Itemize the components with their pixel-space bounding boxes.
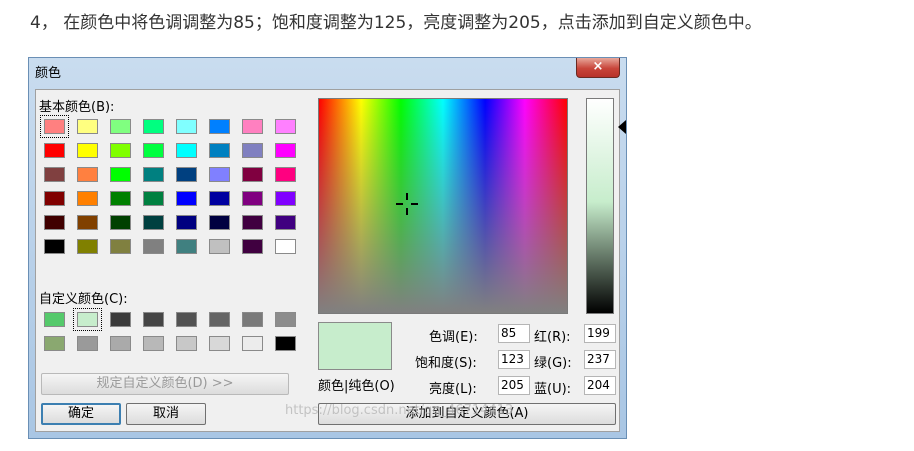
basic-color-swatch[interactable] bbox=[242, 239, 263, 254]
custom-color-swatch[interactable] bbox=[110, 336, 131, 351]
cancel-button[interactable]: 取消 bbox=[126, 403, 206, 425]
basic-color-swatch[interactable] bbox=[209, 239, 230, 254]
basic-color-swatch[interactable] bbox=[209, 143, 230, 158]
basic-color-swatch[interactable] bbox=[143, 239, 164, 254]
basic-color-swatch[interactable] bbox=[275, 143, 296, 158]
custom-color-swatch[interactable] bbox=[275, 312, 296, 327]
red-input[interactable]: 199 bbox=[584, 324, 616, 343]
basic-color-swatch[interactable] bbox=[176, 215, 197, 230]
basic-color-swatch[interactable] bbox=[40, 115, 69, 138]
basic-color-swatch[interactable] bbox=[44, 191, 65, 206]
basic-color-swatch[interactable] bbox=[176, 143, 197, 158]
custom-color-swatch[interactable] bbox=[143, 312, 164, 327]
close-button[interactable]: × bbox=[576, 58, 620, 78]
basic-color-swatch[interactable] bbox=[77, 143, 98, 158]
basic-color-swatch[interactable] bbox=[77, 119, 98, 134]
basic-color-swatch[interactable] bbox=[44, 167, 65, 182]
basic-color-swatch[interactable] bbox=[110, 191, 131, 206]
basic-color-swatch[interactable] bbox=[110, 215, 131, 230]
basic-color-swatch[interactable] bbox=[110, 167, 131, 182]
custom-color-swatch[interactable] bbox=[176, 312, 197, 327]
basic-color-swatch[interactable] bbox=[77, 239, 98, 254]
basic-color-swatch[interactable] bbox=[275, 215, 296, 230]
basic-color-swatch[interactable] bbox=[110, 239, 131, 254]
basic-color-swatch[interactable] bbox=[209, 215, 230, 230]
basic-color-swatch[interactable] bbox=[143, 167, 164, 182]
green-label: 绿(G): bbox=[534, 356, 572, 371]
dialog-title: 颜色 bbox=[35, 66, 62, 81]
basic-color-swatch[interactable] bbox=[44, 143, 65, 158]
custom-color-swatch[interactable] bbox=[44, 336, 65, 351]
color-solid-label: 颜色|纯色(O) bbox=[318, 379, 395, 394]
custom-color-swatch[interactable] bbox=[110, 312, 131, 327]
custom-color-swatch[interactable] bbox=[209, 336, 230, 351]
saturation-label: 饱和度(S): bbox=[415, 356, 477, 371]
custom-color-swatch[interactable] bbox=[176, 336, 197, 351]
title-bar[interactable]: 颜色 × bbox=[29, 58, 626, 86]
color-preview bbox=[318, 322, 392, 370]
luminance-arrow-icon[interactable] bbox=[618, 120, 626, 134]
color-dialog: 颜色 × 基本颜色(B): 自定义颜色(C): 规定自定义颜色(D) >> 确定… bbox=[28, 57, 627, 439]
basic-color-swatch[interactable] bbox=[110, 119, 131, 134]
color-spectrum[interactable] bbox=[318, 98, 568, 314]
custom-color-swatch[interactable] bbox=[77, 336, 98, 351]
basic-color-swatch[interactable] bbox=[77, 167, 98, 182]
basic-color-swatch[interactable] bbox=[143, 143, 164, 158]
basic-color-swatch[interactable] bbox=[275, 167, 296, 182]
basic-color-swatch[interactable] bbox=[44, 239, 65, 254]
custom-color-swatch[interactable] bbox=[209, 312, 230, 327]
basic-color-swatch[interactable] bbox=[176, 167, 197, 182]
ok-button[interactable]: 确定 bbox=[41, 403, 121, 425]
custom-colors-label: 自定义颜色(C): bbox=[39, 292, 128, 307]
basic-color-swatch[interactable] bbox=[275, 119, 296, 134]
basic-color-swatch[interactable] bbox=[242, 191, 263, 206]
basic-color-swatch[interactable] bbox=[209, 119, 230, 134]
basic-color-swatch[interactable] bbox=[275, 239, 296, 254]
basic-color-swatch[interactable] bbox=[176, 191, 197, 206]
custom-color-swatch[interactable] bbox=[275, 336, 296, 351]
basic-color-swatch[interactable] bbox=[143, 215, 164, 230]
custom-color-swatch[interactable] bbox=[143, 336, 164, 351]
basic-color-swatch[interactable] bbox=[176, 239, 197, 254]
basic-color-swatch[interactable] bbox=[143, 119, 164, 134]
hue-label: 色调(E): bbox=[429, 330, 478, 345]
saturation-input[interactable]: 123 bbox=[498, 350, 530, 369]
basic-color-swatch[interactable] bbox=[77, 191, 98, 206]
basic-color-swatch[interactable] bbox=[242, 167, 263, 182]
define-custom-colors-button[interactable]: 规定自定义颜色(D) >> bbox=[41, 373, 289, 395]
watermark: https://blog.csdn.net/qq_46714413 bbox=[285, 403, 514, 418]
crosshair-icon bbox=[396, 193, 418, 215]
red-label: 红(R): bbox=[534, 330, 571, 345]
basic-color-swatch[interactable] bbox=[44, 215, 65, 230]
basic-color-swatch[interactable] bbox=[242, 119, 263, 134]
close-icon: × bbox=[592, 59, 604, 74]
blue-input[interactable]: 204 bbox=[584, 376, 616, 395]
luminance-input[interactable]: 205 bbox=[498, 376, 530, 395]
hue-input[interactable]: 85 bbox=[498, 324, 530, 343]
basic-color-swatch[interactable] bbox=[110, 143, 131, 158]
luminance-slider[interactable] bbox=[586, 98, 614, 314]
instruction-text: 4， 在颜色中将色调调整为85；饱和度调整为125，亮度调整为205，点击添加到… bbox=[30, 13, 762, 33]
basic-colors-label: 基本颜色(B): bbox=[39, 100, 115, 115]
blue-label: 蓝(U): bbox=[534, 382, 572, 397]
basic-color-swatch[interactable] bbox=[77, 215, 98, 230]
basic-color-swatch[interactable] bbox=[143, 191, 164, 206]
basic-color-swatch[interactable] bbox=[209, 167, 230, 182]
basic-color-swatch[interactable] bbox=[242, 143, 263, 158]
luminance-label: 亮度(L): bbox=[429, 382, 477, 397]
basic-color-swatch[interactable] bbox=[209, 191, 230, 206]
basic-color-swatch[interactable] bbox=[176, 119, 197, 134]
basic-color-swatch[interactable] bbox=[275, 191, 296, 206]
custom-color-swatch[interactable] bbox=[242, 336, 263, 351]
dialog-body: 基本颜色(B): 自定义颜色(C): 规定自定义颜色(D) >> 确定 取消 颜… bbox=[35, 89, 626, 432]
custom-color-swatch[interactable] bbox=[73, 308, 102, 331]
green-input[interactable]: 237 bbox=[584, 350, 616, 369]
basic-color-swatch[interactable] bbox=[242, 215, 263, 230]
custom-color-swatch[interactable] bbox=[242, 312, 263, 327]
custom-color-swatch[interactable] bbox=[44, 312, 65, 327]
